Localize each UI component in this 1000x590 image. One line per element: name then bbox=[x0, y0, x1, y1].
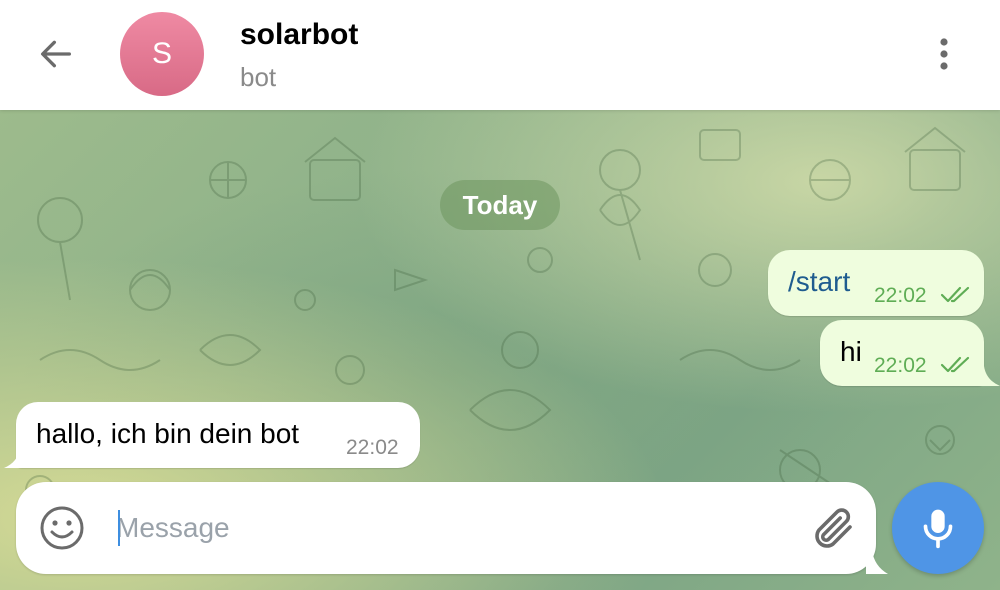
message-text: hallo, ich bin dein bot bbox=[36, 418, 300, 449]
message-text-command[interactable]: /start bbox=[788, 266, 850, 298]
date-divider: Today bbox=[440, 180, 560, 230]
chat-header: S solarbot bot bbox=[0, 0, 1000, 110]
message-time: 22:02 bbox=[874, 354, 927, 377]
message-time: 22:02 bbox=[346, 436, 399, 459]
bubble-tail bbox=[4, 448, 26, 468]
message-time: 22:02 bbox=[874, 284, 927, 307]
chat-title[interactable]: solarbot bbox=[240, 18, 358, 52]
paperclip-icon bbox=[815, 508, 852, 548]
bubble-tail bbox=[978, 366, 1000, 386]
composer-tail bbox=[866, 550, 888, 574]
microphone-icon bbox=[923, 509, 953, 549]
chat-subtitle: bot bbox=[240, 62, 277, 92]
attach-button[interactable] bbox=[808, 504, 856, 552]
more-vertical-icon bbox=[940, 38, 948, 70]
chat-area[interactable]: Today /start 22:02 hi 22:02 hallo, ich b… bbox=[0, 110, 1000, 590]
avatar-letter: S bbox=[151, 37, 172, 70]
back-button[interactable] bbox=[30, 28, 82, 80]
message-incoming[interactable]: hallo, ich bin dein bot 22:02 bbox=[16, 402, 420, 468]
message-outgoing[interactable]: hi 22:02 bbox=[820, 320, 984, 386]
avatar[interactable]: S bbox=[120, 12, 204, 96]
menu-button[interactable] bbox=[920, 28, 968, 80]
message-outgoing[interactable]: /start 22:02 bbox=[768, 250, 984, 316]
emoji-icon bbox=[40, 506, 84, 550]
message-text: hi bbox=[840, 336, 862, 367]
emoji-button[interactable] bbox=[38, 504, 86, 552]
double-check-icon bbox=[940, 286, 970, 303]
text-caret bbox=[118, 510, 120, 546]
voice-record-button[interactable] bbox=[892, 482, 984, 574]
double-check-icon bbox=[940, 356, 970, 373]
message-input[interactable] bbox=[116, 502, 676, 554]
message-composer bbox=[16, 482, 876, 574]
arrow-left-icon bbox=[41, 40, 72, 68]
